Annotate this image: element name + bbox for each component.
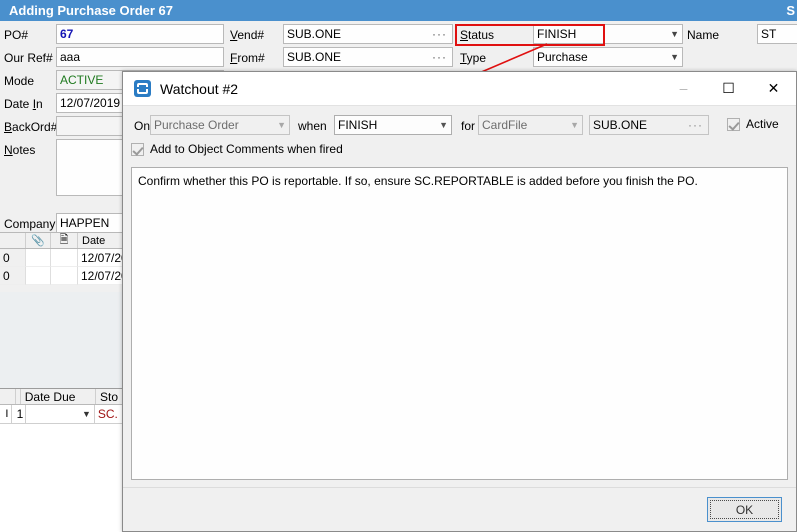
cell-attachment[interactable] [26,267,51,285]
po-number-field[interactable]: 67 [56,24,224,44]
checkbox-box [727,117,740,131]
vend-number-label: Vend# [230,28,265,42]
mode-label: Mode [4,74,35,88]
our-ref-label: Our Ref# [4,51,53,65]
dialog-condition-row: On Purchase Order ▼ when FINISH ▼ for Ca… [123,113,796,139]
vend-lookup-button[interactable]: ··· [432,27,449,41]
on-label: On [134,119,151,133]
chevron-down-icon: ▼ [570,120,579,130]
table-row[interactable]: 0 12/07/201 [0,249,134,267]
status-label: Status [460,28,495,42]
po-number-label: PO# [4,28,29,42]
when-combobox[interactable]: FINISH ▼ [334,115,452,135]
from-number-label: From# [230,51,265,65]
minimize-icon[interactable]: – [661,72,706,104]
company-label: Company [4,217,56,231]
background-window-title-clipped: S [786,3,795,18]
cell-rownum: 0 [0,267,26,285]
background-left-spacer [0,292,130,388]
checkbox-box [131,142,144,156]
date-in-label: Date In [4,97,43,111]
grid-col-rownum [0,233,26,248]
dialog-title: Watchout #2 [160,80,239,97]
notes-label: Notes [4,143,36,157]
grid-corner-icon [0,389,16,404]
name-field[interactable]: ST [757,24,797,44]
ok-button-label: OK [710,500,779,519]
dialog-window-buttons: – ☐ ✕ [661,72,796,104]
for-label: for [461,119,476,133]
cell-rownum: 0 [0,249,26,267]
type-label: Type [460,51,487,65]
chevron-down-icon[interactable]: ▼ [82,409,94,419]
maximize-icon[interactable]: ☐ [706,72,751,104]
attachment-icon: 📎 [26,233,51,248]
cell-note[interactable] [51,267,78,285]
background-window-title: Adding Purchase Order 67 [9,3,173,18]
for-target-field[interactable]: SUB.ONE ··· [589,115,709,135]
background-window-titlebar: Adding Purchase Order 67 S [0,0,797,21]
order-lines-grid[interactable]: Date Due Sto I 1 ▼ SC. [0,388,130,532]
row-number: 1 [11,405,27,424]
when-label: when [298,119,327,133]
status-combobox[interactable]: FINISH ▼ [533,24,683,44]
dialog-titlebar[interactable]: Watchout #2 – ☐ ✕ [123,72,796,105]
add-to-comments-checkbox[interactable]: Add to Object Comments when fired [131,142,343,156]
dialog-title-separator [123,105,796,106]
on-combobox[interactable]: Purchase Order ▼ [150,115,290,135]
close-icon[interactable]: ✕ [751,72,796,104]
chevron-down-icon: ▼ [277,120,286,130]
type-combobox[interactable]: Purchase ▼ [533,47,683,67]
our-ref-field[interactable]: aaa [56,47,224,67]
active-checkbox[interactable]: Active [727,117,779,131]
cell-date-due[interactable]: ▼ [26,405,95,424]
ok-button[interactable]: OK [707,497,782,522]
backorder-label: BackOrd# [4,120,58,134]
watchout-dialog: Watchout #2 – ☐ ✕ On Purchase Order ▼ wh… [122,71,797,532]
row-marker: I [0,405,12,424]
chevron-down-icon: ▼ [670,52,679,62]
watchout-icon [134,80,151,97]
chevron-down-icon: ▼ [670,29,679,39]
name-label: Name [687,28,720,42]
lines-grid-header: 📎 🗎 Date [0,232,130,249]
vend-number-field[interactable]: SUB.ONE ··· [283,24,453,44]
table-row[interactable]: I 1 ▼ SC. [0,405,130,424]
table-row[interactable]: 0 12/07/201 [0,267,134,285]
order-lines-grid-header: Date Due Sto [0,388,130,405]
add-to-comments-label: Add to Object Comments when fired [150,142,343,156]
grid-col-date-due: Date Due [21,389,97,404]
for-type-combobox[interactable]: CardFile ▼ [478,115,583,135]
dialog-footer: OK [123,487,796,531]
cell-note[interactable] [51,249,78,267]
for-target-lookup-button[interactable]: ··· [688,118,705,132]
watchout-message-textarea[interactable]: Confirm whether this PO is reportable. I… [131,167,788,480]
active-checkbox-label: Active [746,117,779,131]
from-lookup-button[interactable]: ··· [432,50,449,64]
lines-grid-top[interactable]: 📎 🗎 Date 0 12/07/201 0 12/07/201 [0,232,134,292]
cell-attachment[interactable] [26,249,51,267]
note-icon: 🗎 [51,233,78,248]
from-number-field[interactable]: SUB.ONE ··· [283,47,453,67]
chevron-down-icon: ▼ [439,120,448,130]
